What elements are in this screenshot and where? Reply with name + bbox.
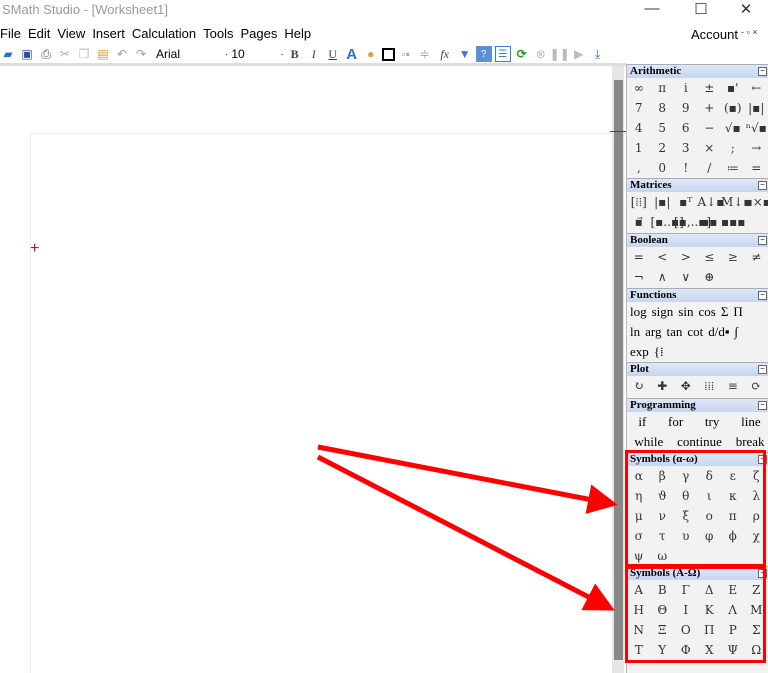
arrow-to-uppercase-symbols [316,454,615,611]
arrow-to-lowercase-symbols [317,444,618,514]
annotation-arrows [316,444,618,611]
